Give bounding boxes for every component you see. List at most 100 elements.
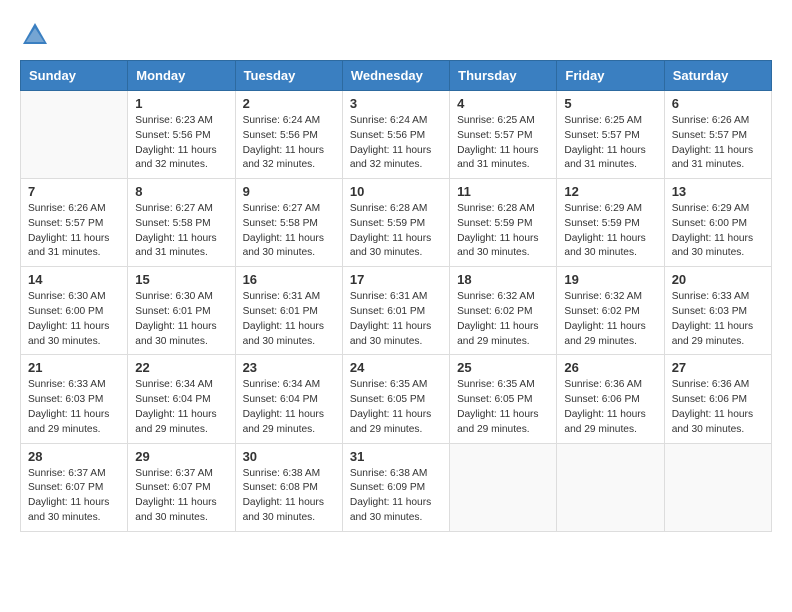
day-number: 2 <box>243 96 335 111</box>
calendar-cell: 19 Sunrise: 6:32 AMSunset: 6:02 PMDayligh… <box>557 267 664 355</box>
cell-content: Sunrise: 6:24 AMSunset: 5:56 PMDaylight:… <box>243 114 335 173</box>
day-number: 26 <box>564 360 656 375</box>
cell-content: Sunrise: 6:34 AMSunset: 6:04 PMDaylight:… <box>243 378 335 437</box>
day-number: 20 <box>672 272 764 287</box>
calendar-cell: 6Sunrise: 6:26 AMSunset: 5:57 PMDaylight… <box>664 91 771 179</box>
cell-content: Sunrise: 6:28 AMSunset: 5:59 PMDaylight:… <box>457 202 549 261</box>
cell-content: Sunrise: 6:37 AMSunset: 6:07 PMDaylight:… <box>28 467 120 526</box>
header-tuesday: Tuesday <box>235 61 342 91</box>
day-number: 15 <box>135 272 227 287</box>
calendar-cell: 15 Sunrise: 6:30 AMSunset: 6:01 PMDayligh… <box>128 267 235 355</box>
cell-content: Sunrise: 6:23 AMSunset: 5:56 PMDaylight:… <box>135 114 227 173</box>
day-number: 14 <box>28 272 120 287</box>
day-number: 4 <box>457 96 549 111</box>
cell-content: Sunrise: 6:33 AMSunset: 6:03 PMDaylight:… <box>672 290 764 349</box>
cell-content: Sunrise: 6:35 AMSunset: 6:05 PMDaylight:… <box>350 378 442 437</box>
calendar-cell <box>450 443 557 531</box>
cell-content: Sunrise: 6:35 AMSunset: 6:05 PMDaylight:… <box>457 378 549 437</box>
header-friday: Friday <box>557 61 664 91</box>
day-number: 3 <box>350 96 442 111</box>
cell-content: Sunrise: 6:33 AMSunset: 6:03 PMDaylight:… <box>28 378 120 437</box>
header-wednesday: Wednesday <box>342 61 449 91</box>
calendar-cell: 20 Sunrise: 6:33 AMSunset: 6:03 PMDayligh… <box>664 267 771 355</box>
calendar-cell: 28Sunrise: 6:37 AMSunset: 6:07 PMDayligh… <box>21 443 128 531</box>
day-number: 17 <box>350 272 442 287</box>
page-header <box>20 20 772 50</box>
day-number: 8 <box>135 184 227 199</box>
header-sunday: Sunday <box>21 61 128 91</box>
calendar-header-row: SundayMondayTuesdayWednesdayThursdayFrid… <box>21 61 772 91</box>
logo <box>20 20 54 50</box>
calendar-cell <box>21 91 128 179</box>
calendar-cell: 31 Sunrise: 6:38 AMSunset: 6:09 PMDayligh… <box>342 443 449 531</box>
calendar-cell: 18 Sunrise: 6:32 AMSunset: 6:02 PMDayligh… <box>450 267 557 355</box>
day-number: 18 <box>457 272 549 287</box>
calendar-cell: 17 Sunrise: 6:31 AMSunset: 6:01 PMDayligh… <box>342 267 449 355</box>
day-number: 13 <box>672 184 764 199</box>
calendar-cell: 27Sunrise: 6:36 AMSunset: 6:06 PMDayligh… <box>664 355 771 443</box>
header-saturday: Saturday <box>664 61 771 91</box>
calendar-cell: 24 Sunrise: 6:35 AMSunset: 6:05 PMDayligh… <box>342 355 449 443</box>
day-number: 12 <box>564 184 656 199</box>
cell-content: Sunrise: 6:38 AMSunset: 6:09 PMDaylight:… <box>350 467 442 526</box>
cell-content: Sunrise: 6:36 AMSunset: 6:06 PMDaylight:… <box>672 378 764 437</box>
calendar-week-2: 7Sunrise: 6:26 AMSunset: 5:57 PMDaylight… <box>21 179 772 267</box>
calendar-table: SundayMondayTuesdayWednesdayThursdayFrid… <box>20 60 772 532</box>
day-number: 30 <box>243 449 335 464</box>
calendar-cell: 4 Sunrise: 6:25 AMSunset: 5:57 PMDaylight… <box>450 91 557 179</box>
day-number: 19 <box>564 272 656 287</box>
header-monday: Monday <box>128 61 235 91</box>
calendar-cell: 10 Sunrise: 6:28 AMSunset: 5:59 PMDayligh… <box>342 179 449 267</box>
cell-content: Sunrise: 6:27 AMSunset: 5:58 PMDaylight:… <box>243 202 335 261</box>
logo-icon <box>20 20 50 50</box>
day-number: 10 <box>350 184 442 199</box>
calendar-cell <box>664 443 771 531</box>
calendar-cell: 2 Sunrise: 6:24 AMSunset: 5:56 PMDaylight… <box>235 91 342 179</box>
cell-content: Sunrise: 6:32 AMSunset: 6:02 PMDaylight:… <box>564 290 656 349</box>
day-number: 24 <box>350 360 442 375</box>
cell-content: Sunrise: 6:38 AMSunset: 6:08 PMDaylight:… <box>243 467 335 526</box>
calendar-cell <box>557 443 664 531</box>
header-thursday: Thursday <box>450 61 557 91</box>
day-number: 22 <box>135 360 227 375</box>
cell-content: Sunrise: 6:27 AMSunset: 5:58 PMDaylight:… <box>135 202 227 261</box>
cell-content: Sunrise: 6:24 AMSunset: 5:56 PMDaylight:… <box>350 114 442 173</box>
cell-content: Sunrise: 6:28 AMSunset: 5:59 PMDaylight:… <box>350 202 442 261</box>
calendar-cell: 1 Sunrise: 6:23 AMSunset: 5:56 PMDaylight… <box>128 91 235 179</box>
calendar-cell: 11 Sunrise: 6:28 AMSunset: 5:59 PMDayligh… <box>450 179 557 267</box>
calendar-cell: 3 Sunrise: 6:24 AMSunset: 5:56 PMDaylight… <box>342 91 449 179</box>
day-number: 23 <box>243 360 335 375</box>
day-number: 21 <box>28 360 120 375</box>
calendar-cell: 21 Sunrise: 6:33 AMSunset: 6:03 PMDayligh… <box>21 355 128 443</box>
day-number: 25 <box>457 360 549 375</box>
cell-content: Sunrise: 6:25 AMSunset: 5:57 PMDaylight:… <box>457 114 549 173</box>
cell-content: Sunrise: 6:29 AMSunset: 5:59 PMDaylight:… <box>564 202 656 261</box>
calendar-cell: 29 Sunrise: 6:37 AMSunset: 6:07 PMDayligh… <box>128 443 235 531</box>
calendar-cell: 8 Sunrise: 6:27 AMSunset: 5:58 PMDaylight… <box>128 179 235 267</box>
day-number: 1 <box>135 96 227 111</box>
day-number: 16 <box>243 272 335 287</box>
cell-content: Sunrise: 6:31 AMSunset: 6:01 PMDaylight:… <box>350 290 442 349</box>
calendar-cell: 16 Sunrise: 6:31 AMSunset: 6:01 PMDayligh… <box>235 267 342 355</box>
calendar-cell: 22Sunrise: 6:34 AMSunset: 6:04 PMDayligh… <box>128 355 235 443</box>
calendar-cell: 12 Sunrise: 6:29 AMSunset: 5:59 PMDayligh… <box>557 179 664 267</box>
day-number: 7 <box>28 184 120 199</box>
cell-content: Sunrise: 6:32 AMSunset: 6:02 PMDaylight:… <box>457 290 549 349</box>
day-number: 29 <box>135 449 227 464</box>
day-number: 5 <box>564 96 656 111</box>
cell-content: Sunrise: 6:30 AMSunset: 6:00 PMDaylight:… <box>28 290 120 349</box>
calendar-cell: 26Sunrise: 6:36 AMSunset: 6:06 PMDayligh… <box>557 355 664 443</box>
day-number: 11 <box>457 184 549 199</box>
day-number: 6 <box>672 96 764 111</box>
cell-content: Sunrise: 6:31 AMSunset: 6:01 PMDaylight:… <box>243 290 335 349</box>
calendar-week-4: 21 Sunrise: 6:33 AMSunset: 6:03 PMDayligh… <box>21 355 772 443</box>
calendar-cell: 23 Sunrise: 6:34 AMSunset: 6:04 PMDayligh… <box>235 355 342 443</box>
calendar-cell: 25 Sunrise: 6:35 AMSunset: 6:05 PMDayligh… <box>450 355 557 443</box>
calendar-week-5: 28Sunrise: 6:37 AMSunset: 6:07 PMDayligh… <box>21 443 772 531</box>
day-number: 9 <box>243 184 335 199</box>
day-number: 31 <box>350 449 442 464</box>
cell-content: Sunrise: 6:30 AMSunset: 6:01 PMDaylight:… <box>135 290 227 349</box>
calendar-cell: 9 Sunrise: 6:27 AMSunset: 5:58 PMDaylight… <box>235 179 342 267</box>
cell-content: Sunrise: 6:37 AMSunset: 6:07 PMDaylight:… <box>135 467 227 526</box>
calendar-week-1: 1 Sunrise: 6:23 AMSunset: 5:56 PMDaylight… <box>21 91 772 179</box>
